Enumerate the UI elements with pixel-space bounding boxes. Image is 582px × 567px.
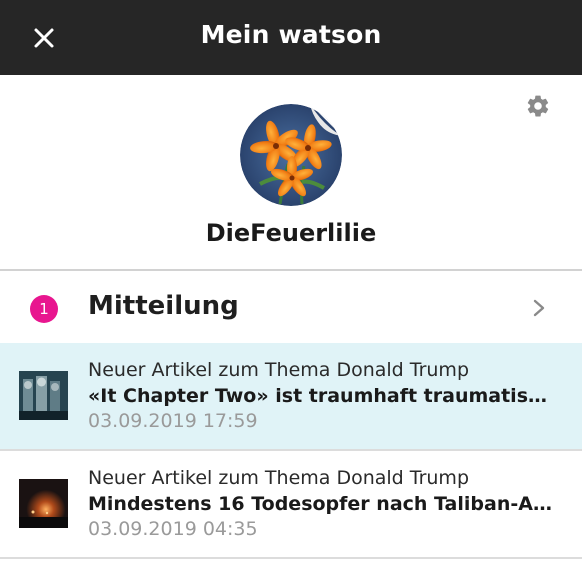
feed-item-topic: Neuer Artikel zum Thema Donald Trump: [88, 359, 470, 381]
settings-button[interactable]: [525, 93, 551, 119]
row-divider: [0, 557, 582, 559]
feed-item-date: 03.09.2019 04:35: [88, 518, 258, 540]
top-bar: Mein watson: [0, 0, 582, 75]
feed-item[interactable]: Neuer Artikel zum Thema Donald Trump Min…: [0, 451, 582, 557]
page-title: Mein watson: [200, 20, 382, 49]
notifications-row[interactable]: 1 Mitteilung: [0, 271, 582, 343]
notification-count-badge: 1: [30, 295, 58, 323]
article-thumbnail: [19, 371, 68, 420]
feed-item-topic: Neuer Artikel zum Thema Donald Trump: [88, 467, 470, 489]
feed-item-headline: «It Chapter Two» ist traumhaft traumatis…: [88, 385, 556, 407]
gear-icon[interactable]: [525, 93, 551, 119]
feed-item[interactable]: Neuer Artikel zum Thema Donald Trump «It…: [0, 343, 582, 449]
flower-avatar-image: [240, 104, 342, 206]
feed-item-headline: Mindestens 16 Todesopfer nach Taliban-An…: [88, 493, 556, 515]
profile-section: DieFeuerlilie: [0, 75, 582, 270]
username: DieFeuerlilie: [205, 219, 377, 247]
notifications-label: Mitteilung: [88, 291, 239, 321]
chevron-right-icon: [533, 299, 545, 317]
feed-item-date: 03.09.2019 17:59: [88, 410, 258, 432]
article-thumbnail: [19, 479, 68, 528]
avatar[interactable]: [240, 104, 342, 206]
